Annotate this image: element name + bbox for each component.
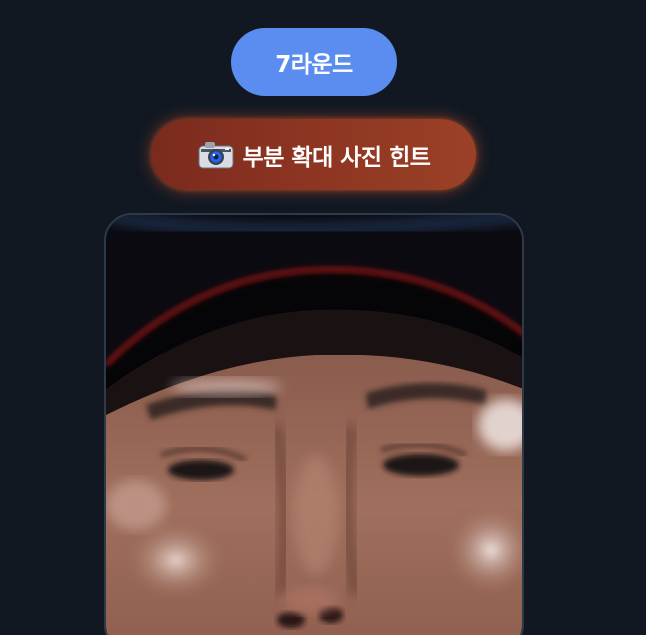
zoom-photo-hint-button[interactable]: 부분 확대 사진 힌트: [151, 119, 476, 190]
hint-photo: [104, 213, 524, 635]
hint-label: 부분 확대 사진 힌트: [242, 144, 431, 171]
round-label: 7라운드: [275, 52, 353, 78]
camera-icon: [197, 140, 235, 170]
zoomed-face-photo: [106, 215, 522, 635]
round-badge: 7라운드: [231, 28, 397, 96]
game-screen: 7라운드 부분 확대 사진 힌트: [0, 0, 646, 635]
